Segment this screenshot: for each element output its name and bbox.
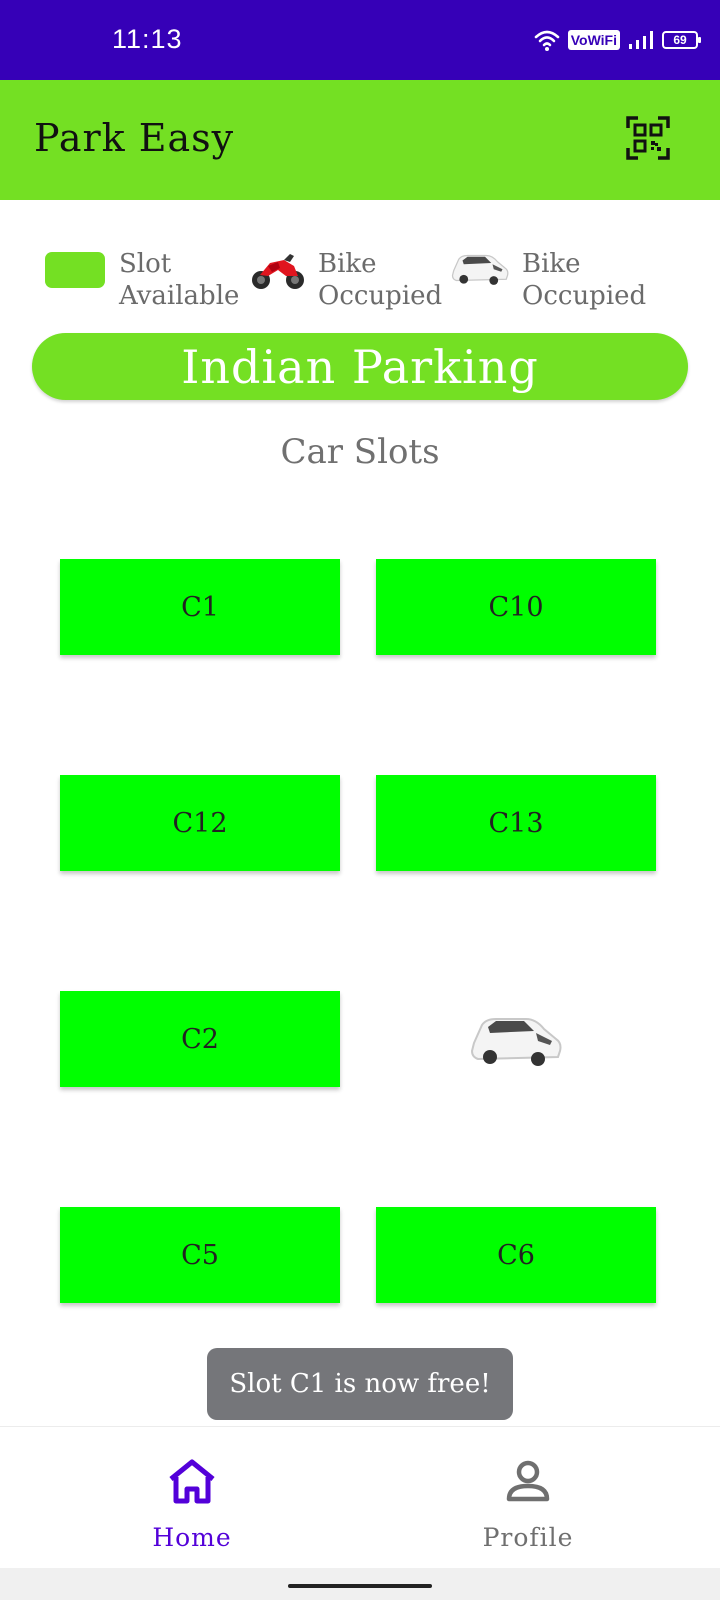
legend-item-available: Slot Available bbox=[45, 248, 239, 312]
slot-button[interactable]: C10 bbox=[376, 559, 656, 655]
status-bar: 11:13 VoWiFi 69 bbox=[0, 0, 720, 80]
bottom-nav: Home Profile bbox=[0, 1426, 720, 1568]
legend: Slot Available Bike Occupied Bike Occupi… bbox=[0, 248, 720, 318]
car-icon bbox=[470, 1018, 562, 1066]
slot-button[interactable]: C5 bbox=[60, 1207, 340, 1303]
app-title: Park Easy bbox=[34, 116, 235, 160]
signal-icon bbox=[629, 31, 653, 49]
person-icon bbox=[506, 1460, 550, 1502]
legend-item-bike: Bike Occupied bbox=[250, 248, 442, 312]
slot-occupied[interactable] bbox=[376, 991, 656, 1087]
nav-item-profile[interactable]: Profile bbox=[348, 1427, 708, 1569]
status-time: 11:13 bbox=[112, 24, 183, 54]
vowifi-badge: VoWiFi bbox=[567, 30, 620, 50]
slot-button[interactable]: C13 bbox=[376, 775, 656, 871]
legend-item-car: Bike Occupied bbox=[450, 248, 646, 312]
slot-button[interactable]: C2 bbox=[60, 991, 340, 1087]
parking-name: Indian Parking bbox=[181, 339, 539, 394]
nav-label-home: Home bbox=[152, 1523, 232, 1552]
qr-code-icon bbox=[626, 116, 670, 160]
legend-label: Bike Occupied bbox=[522, 249, 647, 311]
gesture-handle[interactable] bbox=[288, 1584, 432, 1588]
qr-scan-button[interactable] bbox=[626, 116, 670, 160]
slot-button[interactable]: C12 bbox=[60, 775, 340, 871]
motorbike-icon bbox=[252, 254, 304, 289]
parking-name-banner: Indian Parking bbox=[32, 333, 688, 400]
status-icons: VoWiFi 69 bbox=[534, 26, 701, 54]
gesture-area bbox=[0, 1568, 720, 1600]
nav-item-home[interactable]: Home bbox=[12, 1427, 372, 1569]
wifi-icon bbox=[534, 30, 560, 51]
battery-icon: 69 bbox=[662, 31, 701, 49]
slot-button[interactable]: C1 bbox=[60, 559, 340, 655]
home-icon bbox=[169, 1459, 215, 1504]
section-title: Car Slots bbox=[280, 432, 440, 472]
app-bar: Park Easy bbox=[0, 80, 720, 200]
slot-button[interactable]: C6 bbox=[376, 1207, 656, 1303]
battery-level: 69 bbox=[673, 33, 687, 47]
nav-label-profile: Profile bbox=[482, 1523, 574, 1552]
available-swatch bbox=[45, 252, 105, 288]
legend-label: Bike Occupied bbox=[318, 249, 443, 311]
car-icon bbox=[451, 254, 509, 285]
legend-label: Slot Available bbox=[119, 249, 240, 311]
toast-message: Slot C1 is now free! bbox=[207, 1348, 513, 1420]
